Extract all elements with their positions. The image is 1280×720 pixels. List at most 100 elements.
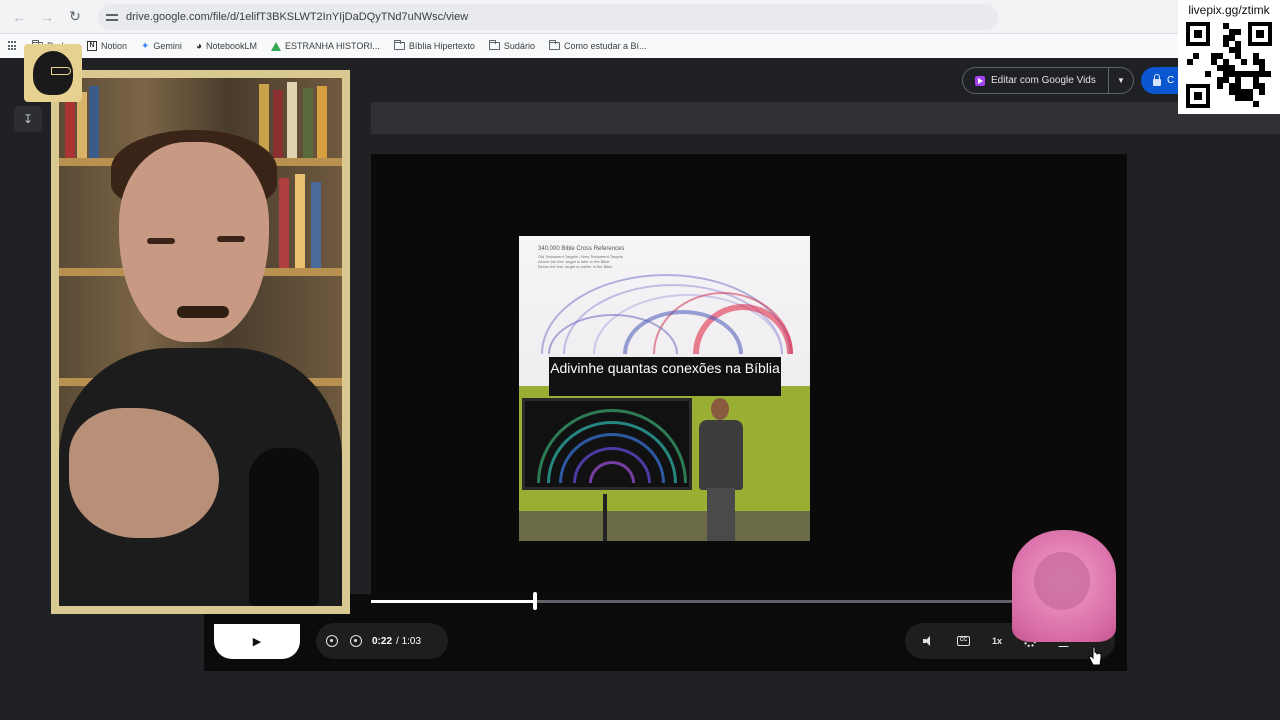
person-brow — [217, 236, 245, 242]
play-icon: ▶ — [252, 636, 262, 648]
progress-bar[interactable] — [371, 600, 1116, 603]
bookmark-label: NotebookLM — [205, 41, 258, 51]
plague-doctor-logo — [33, 51, 73, 95]
address-bar[interactable]: drive.google.com/file/d/1elifT3BKSLWT2In… — [98, 3, 998, 30]
tv-stand — [603, 494, 607, 541]
frame-subtitle: Old Testament Targets / New Testament Ta… — [538, 254, 623, 269]
presenter-head — [711, 398, 729, 420]
play-button[interactable]: ▶ — [214, 624, 300, 659]
stage-scene — [519, 386, 810, 541]
lock-icon — [1153, 73, 1161, 86]
webcam-overlay — [51, 70, 350, 614]
bookmark-estranha[interactable]: ESTRANHA HISTORI... — [271, 41, 380, 51]
qr-module — [1253, 101, 1259, 107]
bookmark-label: Sudário — [503, 41, 535, 51]
time-controls: 0:22 / 1:03 — [316, 623, 448, 659]
frame-subtitle-line: Below the line: target is earlier in the… — [538, 264, 613, 269]
presenter-body — [699, 420, 743, 490]
duration: / 1:03 — [396, 635, 422, 647]
download-icon[interactable]: ↧ — [14, 106, 42, 132]
notebooklm-icon: ◕ — [195, 40, 202, 52]
hand-cursor-icon — [1088, 646, 1102, 666]
book — [287, 82, 297, 158]
google-vids-icon — [975, 75, 985, 86]
qr-finder — [1186, 22, 1210, 46]
progress-thumb[interactable] — [533, 592, 538, 610]
bookmark-sudario[interactable]: Sudário — [488, 40, 535, 51]
progress-fill — [371, 600, 536, 603]
qr-module — [1205, 71, 1211, 77]
current-time: 0:22 — [372, 635, 393, 647]
book — [279, 178, 289, 268]
arc-diagram — [533, 270, 798, 354]
book — [303, 88, 313, 158]
edit-with-vids-button[interactable]: Editar com Google Vids ▼ — [962, 67, 1134, 94]
rewind-10-icon[interactable] — [324, 633, 340, 649]
vids-main-button[interactable]: Editar com Google Vids — [963, 68, 1109, 93]
gemini-icon: ✦ — [141, 40, 150, 52]
vids-label: Editar com Google Vids — [991, 75, 1096, 86]
bookmark-label: Notion — [101, 41, 128, 51]
qr-module — [1187, 59, 1193, 65]
folder-icon — [488, 40, 500, 50]
back-icon[interactable]: ← — [8, 6, 30, 28]
qr-label: livepix.gg/ztimk — [1188, 3, 1270, 17]
presenter-legs — [707, 488, 735, 541]
browser-toolbar: ← → ↻ drive.google.com/file/d/1elifT3BKS… — [0, 0, 1280, 34]
forward-10-icon[interactable] — [348, 633, 364, 649]
frame-title: 340,000 Bible Cross References — [538, 246, 625, 252]
tv-screen — [522, 398, 692, 490]
channel-logo — [24, 44, 82, 102]
person-mustache — [177, 306, 229, 318]
notion-icon: N — [87, 41, 98, 51]
bookmark-como-estudar[interactable]: Como estudar a Bí... — [548, 40, 647, 51]
qr-module — [1193, 53, 1199, 59]
captions-icon[interactable]: CC — [957, 636, 970, 646]
reload-icon[interactable]: ↻ — [64, 6, 86, 28]
video-caption: Adivinhe quantas conexões na Bíblia — [549, 357, 781, 396]
qr-module — [1241, 59, 1247, 65]
qr-finder — [1248, 22, 1272, 46]
presenter — [695, 396, 753, 541]
book — [317, 86, 327, 158]
book — [295, 174, 305, 268]
qr-code — [1186, 22, 1272, 108]
site-settings-icon[interactable] — [106, 12, 118, 22]
playback-speed[interactable]: 1x — [992, 636, 1002, 646]
bookmark-label: Bíblia Hipertexto — [408, 41, 475, 51]
bookmark-label: Gemini — [153, 41, 182, 51]
microphone — [249, 448, 319, 606]
volume-icon[interactable] — [923, 636, 935, 646]
screen: ← → ↻ drive.google.com/file/d/1elifT3BKS… — [0, 0, 1280, 720]
person-brow — [147, 238, 175, 244]
qr-module — [1265, 71, 1271, 77]
forward-icon[interactable]: → — [36, 6, 58, 28]
qr-finder — [1186, 84, 1210, 108]
bookmark-label: Como estudar a Bí... — [563, 41, 647, 51]
bookmark-notebooklm[interactable]: ◕ NotebookLM — [196, 41, 257, 52]
book — [273, 90, 283, 158]
donation-qr-overlay: livepix.gg/ztimk — [1178, 0, 1280, 114]
folder-icon — [393, 40, 405, 50]
stage-floor — [519, 511, 810, 541]
bookmark-biblia-hipertexto[interactable]: Bíblia Hipertexto — [393, 40, 475, 51]
bread-sticker-face — [1034, 552, 1090, 610]
share-label: C — [1167, 75, 1175, 86]
drive-icon — [271, 41, 282, 51]
folder-icon — [548, 40, 560, 50]
bread-sticker — [1012, 530, 1116, 642]
viewer-header-strip — [371, 102, 1280, 134]
bookmark-label: ESTRANHA HISTORI... — [285, 41, 380, 51]
qr-module — [1259, 89, 1265, 95]
tv-arc-diagram — [537, 407, 687, 483]
qr-module — [1217, 83, 1223, 89]
book — [311, 182, 321, 268]
qr-module — [1235, 29, 1241, 35]
book — [89, 86, 99, 158]
bookmark-gemini[interactable]: ✦ Gemini — [141, 41, 182, 52]
chevron-down-icon[interactable]: ▼ — [1109, 76, 1133, 85]
bookmark-notion[interactable]: N Notion — [87, 41, 127, 51]
url-text: drive.google.com/file/d/1elifT3BKSLWT2In… — [126, 10, 469, 23]
bookmarks-bar: Redes NNotion ✦Gemini ◕NotebookLM ESTRAN… — [0, 34, 1180, 58]
apps-icon[interactable] — [8, 41, 18, 51]
